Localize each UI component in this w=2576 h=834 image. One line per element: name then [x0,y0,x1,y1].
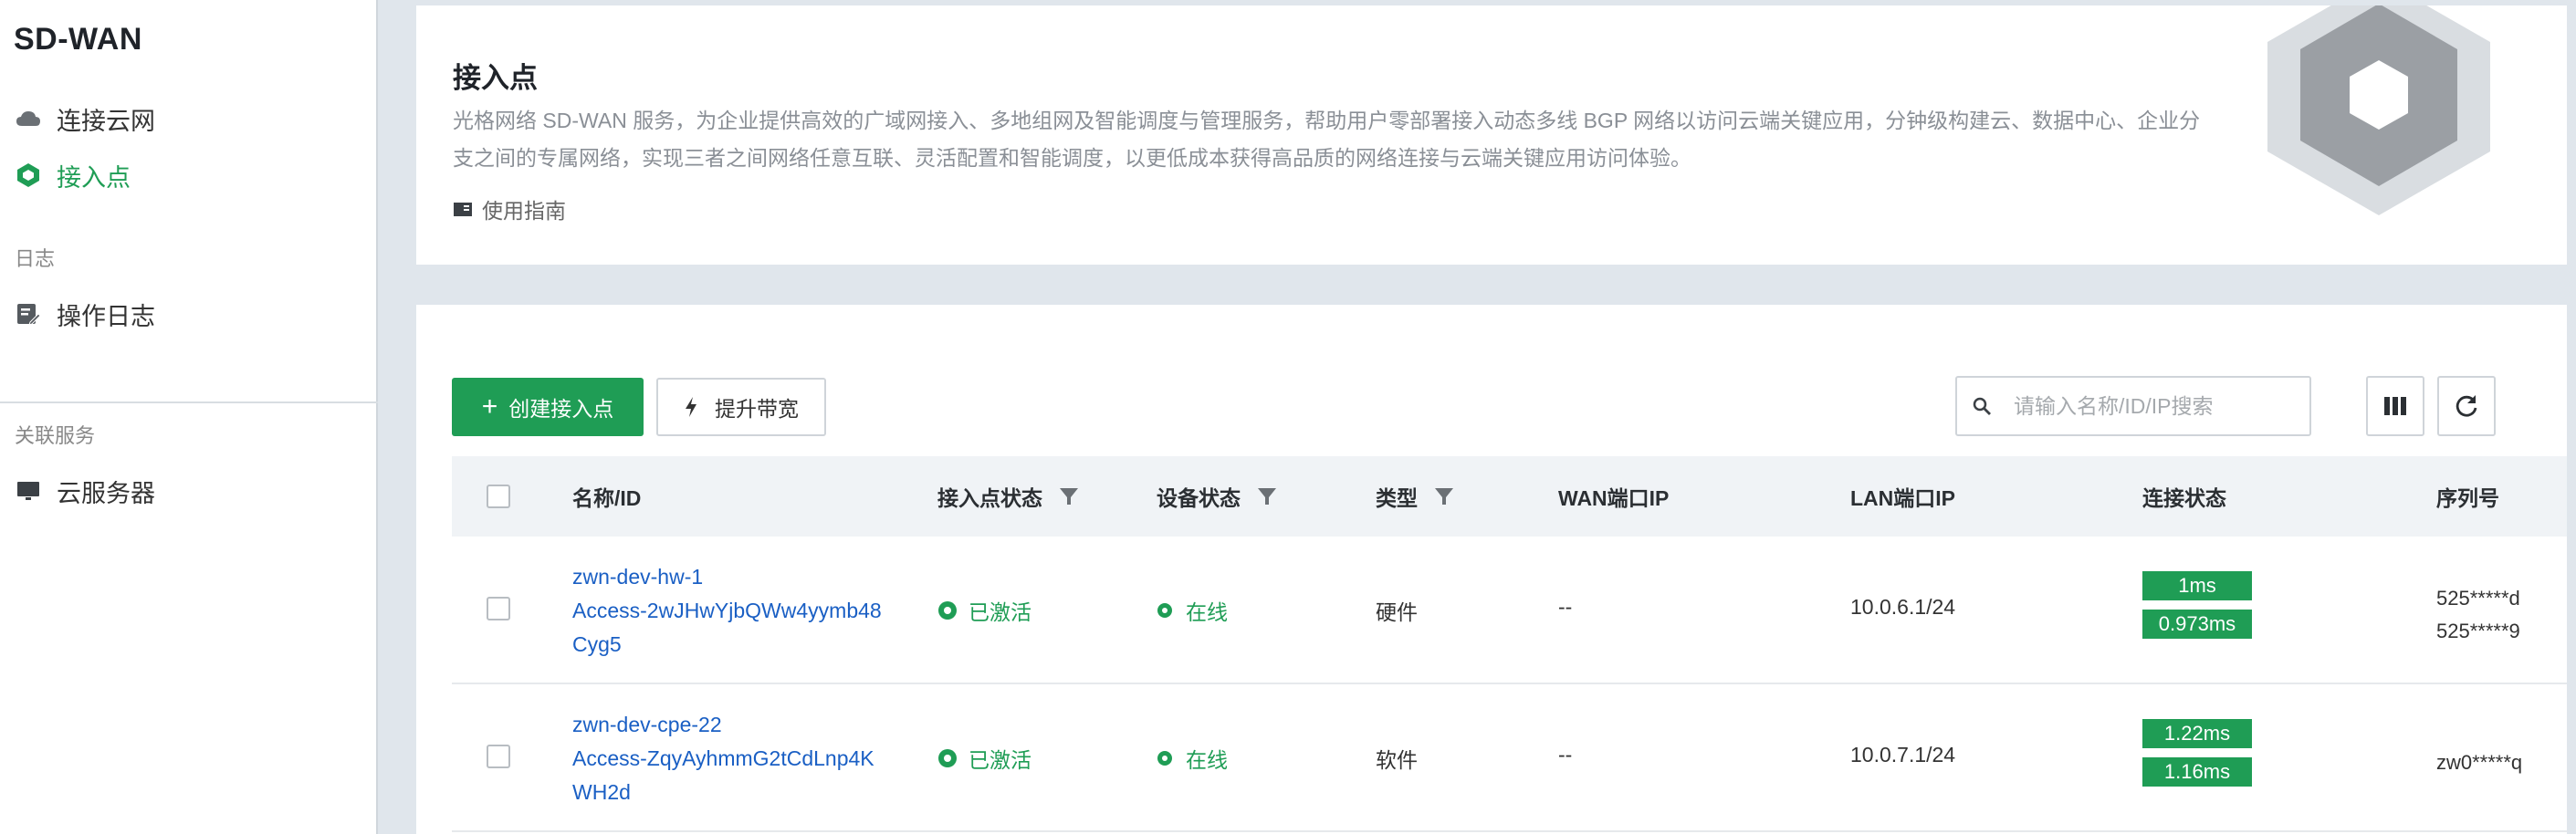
sidebar-group-related: 关联服务 [15,424,96,447]
device-status-label: 在线 [1186,600,1228,624]
access-point-name-link[interactable]: zwn-dev-cpe-22 Access-ZqyAyhmmG2tCdLnp4K… [572,708,883,809]
sidebar-item-connect-cloud[interactable]: 连接云网 [15,100,155,137]
ap-status-label: 已激活 [969,600,1031,624]
lightning-icon [684,396,702,418]
column-header-label: 设备状态 [1157,486,1241,510]
sidebar-item-label: 操作日志 [57,302,155,330]
serial-number-line: zw0*****q [2436,751,2523,774]
serial-number-line: 525*****9 [2436,620,2520,642]
book-icon [453,199,473,219]
usage-guide-label: 使用指南 [482,199,566,223]
ap-status: 已激活 [937,743,1031,774]
access-point-table: 名称/ID 接入点状态 设备状态 类型 WAN端口IP LAN端口IP 连接状态… [452,456,2567,834]
upgrade-button-label: 提升带宽 [715,397,799,421]
search-input[interactable] [2014,393,2306,419]
access-point-name-link[interactable]: zwn-dev-hw-1 Access-2wJHwYjbQWw4yymb48Cy… [572,560,883,662]
filter-icon[interactable] [1434,486,1454,506]
device-type: 硬件 [1376,600,1418,624]
wan-ip: -- [1558,595,1573,619]
select-all-checkbox[interactable] [487,485,510,508]
device-status: 在线 [1157,595,1228,626]
filter-icon[interactable] [1059,486,1079,506]
ap-status-label: 已激活 [969,748,1031,772]
create-access-point-button[interactable]: + 创建接入点 [452,378,644,436]
intro-card: 接入点 光格网络 SD-WAN 服务，为企业提供高效的广域网接入、多地组网及智能… [416,5,2567,265]
lan-ip: 10.0.6.1/24 [1850,595,1956,619]
column-header-wan-ip: WAN端口IP [1558,486,1670,510]
search-box[interactable] [1955,376,2311,436]
edit-log-icon [15,300,42,328]
plus-icon: + [481,391,498,422]
app-title: SD-WAN [14,22,142,57]
intro-description: 光格网络 SD-WAN 服务，为企业提供高效的广域网接入、多地组网及智能调度与管… [453,109,2201,170]
sidebar: SD-WAN 连接云网 接入点 日志 操作日志 关联服务 云服务器 [0,0,378,834]
device-status-label: 在线 [1186,748,1228,772]
column-header-name: 名称/ID [572,486,642,510]
row-checkbox[interactable] [487,597,510,620]
sidebar-item-cloud-server[interactable]: 云服务器 [15,473,155,509]
column-header-label: 接入点状态 [937,486,1042,510]
usage-guide-link[interactable]: 使用指南 [453,193,566,224]
column-header-ap-status: 接入点状态 [937,456,1079,537]
serial-number-line: 525*****d [2436,587,2520,610]
table-row: zwn-dev-cpe-22 Access-ZqyAyhmmG2tCdLnp4K… [452,684,2567,832]
sidebar-item-operation-log[interactable]: 操作日志 [15,296,155,332]
sidebar-item-label: 连接云网 [57,107,155,135]
column-header-conn-status: 连接状态 [2142,486,2226,510]
cloud-icon [15,105,42,132]
access-point-name: zwn-dev-hw-1 [572,565,704,589]
activated-icon [938,749,957,767]
access-point-list-card: + 创建接入点 提升带宽 名称/ID 接入点状态 设备状态 [416,305,2567,834]
device-status: 在线 [1157,743,1228,774]
access-point-id: Access-2wJHwYjbQWw4yymb48Cyg5 [572,599,882,656]
column-header-device-status: 设备状态 [1157,456,1277,537]
row-checkbox[interactable] [487,745,510,768]
latency-badge: 0.973ms [2142,610,2252,639]
page-title: 接入点 [453,62,538,94]
hexagon-illustration-icon [2267,5,2490,215]
upgrade-bandwidth-button[interactable]: 提升带宽 [656,378,826,436]
serial-number: 525*****d 525*****9 [2436,582,2520,648]
create-button-label: 创建接入点 [508,397,614,421]
sidebar-item-label: 云服务器 [57,479,155,507]
latency-badge: 1.16ms [2142,757,2252,787]
hexagon-icon [15,162,42,189]
sidebar-item-access-point[interactable]: 接入点 [15,157,131,193]
latency-badge: 1ms [2142,571,2252,600]
online-icon [1157,751,1172,766]
columns-icon [2384,397,2406,415]
column-header-type: 类型 [1376,456,1454,537]
lan-ip: 10.0.7.1/24 [1850,743,1956,766]
sidebar-group-log: 日志 [15,247,56,270]
latency-badge: 1.22ms [2142,719,2252,748]
monitor-icon [15,477,42,505]
serial-number: zw0*****q [2436,746,2522,779]
refresh-button[interactable] [2437,376,2496,436]
filter-icon[interactable] [1257,486,1277,506]
wan-ip: -- [1558,743,1573,766]
refresh-icon [2456,395,2477,417]
access-point-name: zwn-dev-cpe-22 [572,713,722,736]
online-icon [1157,603,1172,618]
search-icon [1972,396,1992,416]
column-header-label: 类型 [1376,486,1418,510]
column-settings-button[interactable] [2366,376,2424,436]
activated-icon [938,601,957,620]
table-row: zwn-dev-hw-1 Access-2wJHwYjbQWw4yymb48Cy… [452,537,2567,684]
device-type: 软件 [1376,748,1418,772]
column-header-lan-ip: LAN端口IP [1850,486,1955,510]
table-header: 名称/ID 接入点状态 设备状态 类型 WAN端口IP LAN端口IP 连接状态… [452,456,2567,537]
ap-status: 已激活 [937,595,1031,626]
access-point-id: Access-ZqyAyhmmG2tCdLnp4KWH2d [572,746,874,804]
sidebar-divider [0,401,378,403]
sidebar-item-label: 接入点 [57,163,131,192]
column-header-serial: 序列号 [2436,486,2499,510]
